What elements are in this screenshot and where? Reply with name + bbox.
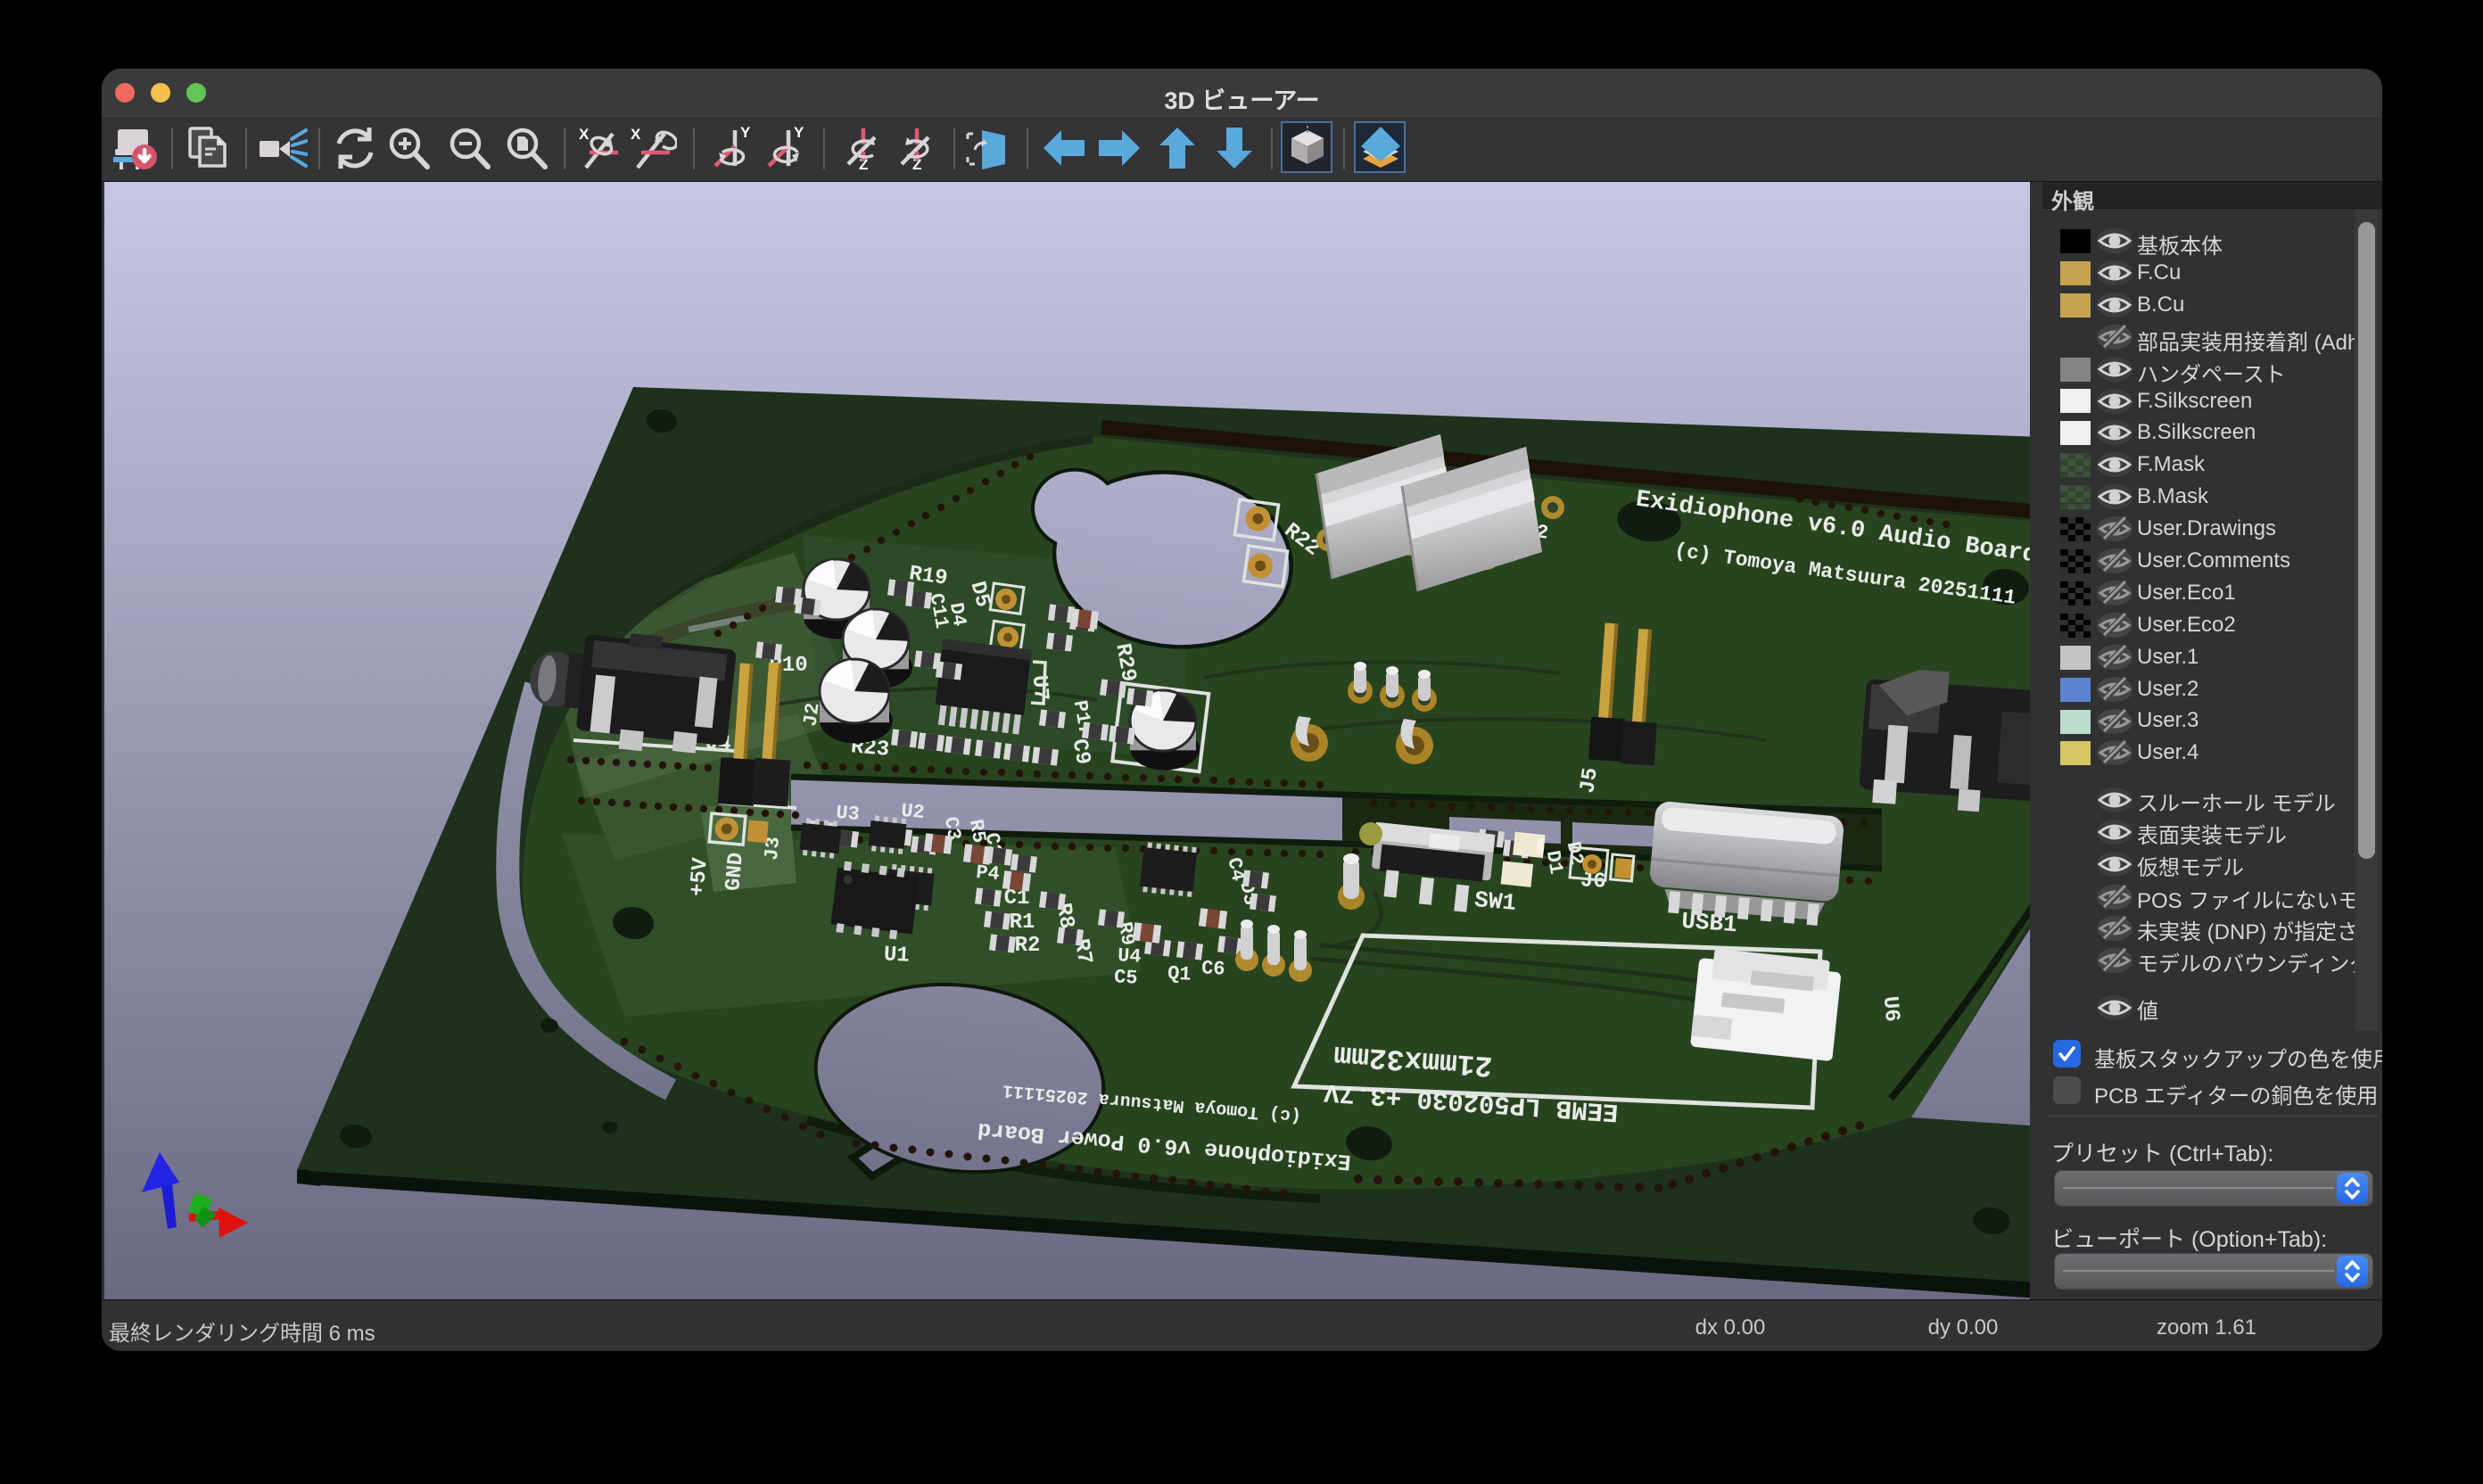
svg-text:X: X — [631, 126, 641, 143]
svg-text:X: X — [579, 126, 590, 143]
svg-text:Y: Y — [794, 125, 804, 141]
svg-text:Y: Y — [740, 125, 751, 141]
